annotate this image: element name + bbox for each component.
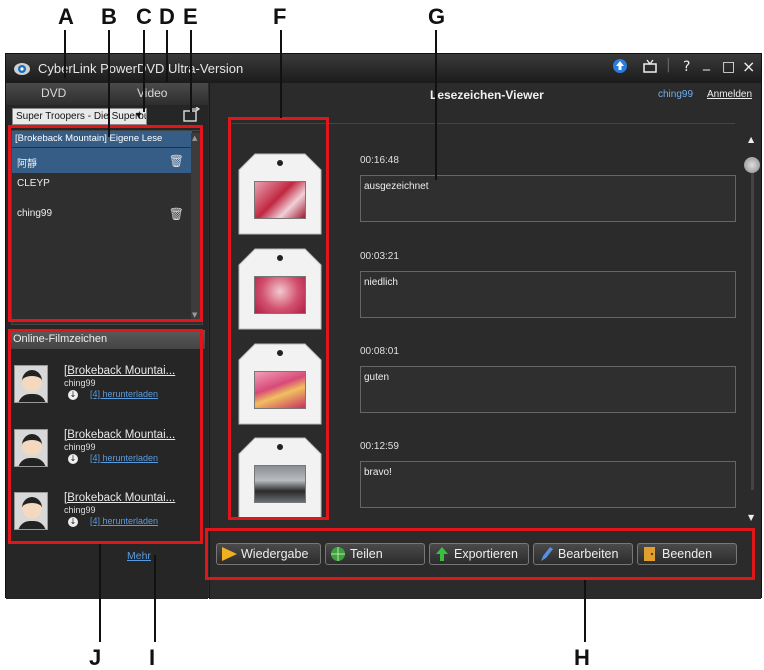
source-tabs: DVD Video: [6, 83, 208, 105]
bookmark-note[interactable]: guten: [360, 366, 736, 413]
bookmark-note[interactable]: bravo!: [360, 461, 736, 508]
leader-a: [64, 30, 66, 78]
export-bookmarks-icon[interactable]: [183, 106, 203, 125]
bookmark-time: 00:12:59: [360, 441, 399, 452]
chevron-down-icon: ▼: [134, 110, 143, 120]
scroll-thumb[interactable]: [744, 157, 760, 173]
bookmark-time: 00:03:21: [360, 251, 399, 262]
callout-box-h: [205, 528, 755, 580]
maximize-button[interactable]: □: [722, 59, 735, 75]
leader-e: [190, 30, 192, 112]
viewer-title: Lesezeichen-Viewer: [430, 88, 544, 102]
update-icon[interactable]: [612, 58, 628, 78]
callout-c: C: [136, 4, 152, 29]
tab-video[interactable]: Video: [137, 86, 167, 100]
tab-dvd[interactable]: DVD: [41, 86, 66, 100]
scroll-up-icon[interactable]: ▲: [748, 135, 754, 144]
callout-i: I: [149, 645, 156, 670]
leader-d: [166, 30, 168, 82]
callout-h: H: [574, 645, 590, 670]
callout-e: E: [183, 4, 198, 29]
minimize-button[interactable]: _: [703, 55, 710, 71]
leader-f: [280, 30, 282, 118]
leader-g: [435, 30, 437, 180]
callout-box-f: [228, 117, 329, 520]
callout-b: B: [101, 4, 117, 29]
powerdvd-logo-icon: [14, 63, 30, 75]
user-name[interactable]: ching99: [658, 89, 693, 100]
leader-h: [584, 580, 586, 642]
more-link[interactable]: Mehr: [127, 550, 151, 562]
window-title: CyberLink PowerDVD Ultra-Version: [38, 61, 244, 76]
login-link[interactable]: Anmelden: [707, 89, 752, 100]
callout-j: J: [89, 645, 102, 670]
close-button[interactable]: ×: [742, 57, 755, 76]
leader-c: [143, 30, 145, 112]
disc-select-value: Super Troopers - Die Superbu: [16, 111, 147, 122]
tv-icon[interactable]: [642, 58, 658, 78]
callout-d: D: [159, 4, 175, 29]
bookmark-note[interactable]: ausgezeichnet: [360, 175, 736, 222]
callout-f: F: [273, 4, 287, 29]
bookmark-note[interactable]: niedlich: [360, 271, 736, 318]
leader-i: [154, 555, 156, 642]
annotated-screenshot: A B C D E F G J I H CyberLink PowerDVD U…: [0, 0, 764, 670]
scroll-down-icon[interactable]: ▼: [748, 513, 754, 522]
disc-select[interactable]: Super Troopers - Die Superbu ▼: [12, 108, 147, 125]
callout-a: A: [58, 4, 74, 29]
callout-box-b: [8, 125, 203, 322]
help-button[interactable]: ?: [683, 59, 690, 75]
callout-g: G: [428, 4, 446, 29]
callout-box-j: [8, 329, 203, 544]
titlebar-divider: |: [666, 57, 671, 73]
bookmark-time: 00:08:01: [360, 346, 399, 357]
leader-b: [108, 30, 110, 137]
bookmark-time: 00:16:48: [360, 155, 399, 166]
viewer-scrollbar[interactable]: ▲ ▼: [744, 135, 760, 522]
title-bar: CyberLink PowerDVD Ultra-Version | ? _ □…: [6, 54, 761, 83]
leader-j: [99, 544, 101, 642]
